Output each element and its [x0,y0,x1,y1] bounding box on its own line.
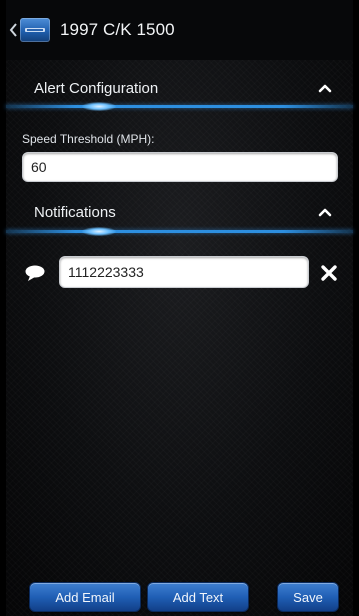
app-logo-icon[interactable] [20,18,50,42]
close-icon[interactable] [320,264,338,287]
chevron-up-icon[interactable] [315,78,335,98]
right-edge [353,0,359,616]
chevron-up-icon[interactable] [315,202,335,222]
page-title: 1997 C/K 1500 [60,20,175,39]
alert-configuration-title: Alert Configuration [34,79,159,97]
alert-configuration-header[interactable]: Alert Configuration [6,66,353,110]
notifications-title: Notifications [34,203,116,221]
action-bar: 1997 C/K 1500 [6,0,353,60]
add-text-button[interactable]: Add Text [147,582,249,612]
section-divider [6,227,353,236]
section-divider [6,102,353,111]
chevron-left-icon[interactable] [8,23,18,37]
chat-bubble-icon [24,264,46,287]
save-button[interactable]: Save [277,582,339,612]
speed-threshold-label: Speed Threshold (MPH): [22,132,155,146]
notification-phone-input[interactable]: 1112223333 [59,256,309,288]
speed-threshold-input[interactable]: 60 [22,152,338,182]
notifications-header[interactable]: Notifications [6,190,353,234]
app-screen: 1997 C/K 1500 Alert Configuration Speed … [0,0,359,616]
add-email-button[interactable]: Add Email [29,582,141,612]
